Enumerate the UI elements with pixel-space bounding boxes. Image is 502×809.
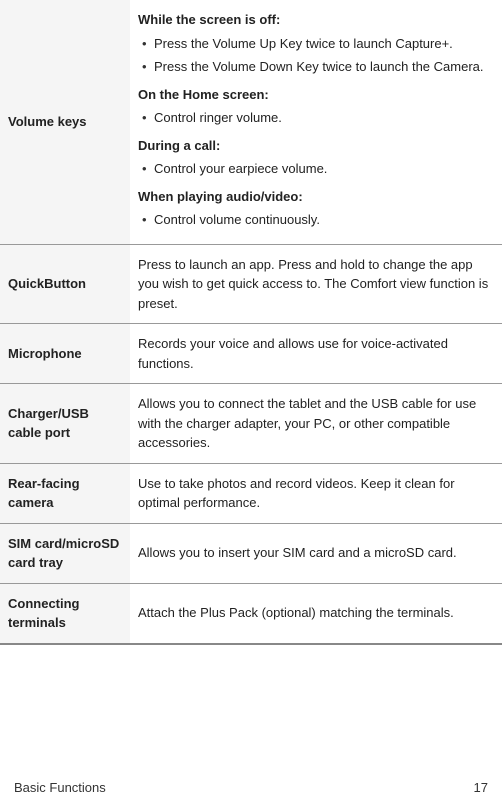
section-header: During a call:	[138, 136, 494, 156]
row-label: Charger/USB cable port	[0, 384, 130, 464]
bullet-list: Control volume continuously.	[138, 210, 494, 230]
table-row: QuickButtonPress to launch an app. Press…	[0, 244, 502, 324]
section-header: While the screen is off:	[138, 10, 494, 30]
row-label: SIM card/microSD card tray	[0, 523, 130, 583]
table-row: Charger/USB cable portAllows you to conn…	[0, 384, 502, 464]
row-label: Connecting terminals	[0, 583, 130, 644]
row-description: Allows you to connect the tablet and the…	[130, 384, 502, 464]
table-row: Rear-facing cameraUse to take photos and…	[0, 463, 502, 523]
footer-section: Basic Functions	[14, 780, 106, 795]
section-header: When playing audio/video:	[138, 187, 494, 207]
table-row: MicrophoneRecords your voice and allows …	[0, 324, 502, 384]
bullet-list: Press the Volume Up Key twice to launch …	[138, 34, 494, 77]
row-description: Records your voice and allows use for vo…	[130, 324, 502, 384]
list-item: Control your earpiece volume.	[138, 159, 494, 179]
row-description: Press to launch an app. Press and hold t…	[130, 244, 502, 324]
list-item: Press the Volume Up Key twice to launch …	[138, 34, 494, 54]
row-description: Use to take photos and record videos. Ke…	[130, 463, 502, 523]
row-description: While the screen is off: Press the Volume…	[130, 0, 502, 244]
table-row: Volume keys While the screen is off: Press…	[0, 0, 502, 244]
page-footer: Basic Functions 17	[14, 780, 488, 795]
footer-page-number: 17	[474, 780, 488, 795]
list-item: Control volume continuously.	[138, 210, 494, 230]
bullet-list: Control ringer volume.	[138, 108, 494, 128]
bullet-list: Control your earpiece volume.	[138, 159, 494, 179]
row-label: Microphone	[0, 324, 130, 384]
row-label: QuickButton	[0, 244, 130, 324]
table-row: SIM card/microSD card trayAllows you to …	[0, 523, 502, 583]
row-description: Allows you to insert your SIM card and a…	[130, 523, 502, 583]
list-item: Control ringer volume.	[138, 108, 494, 128]
row-label: Rear-facing camera	[0, 463, 130, 523]
table-row: Connecting terminalsAttach the Plus Pack…	[0, 583, 502, 644]
list-item: Press the Volume Down Key twice to launc…	[138, 57, 494, 77]
row-label: Volume keys	[0, 0, 130, 244]
row-description: Attach the Plus Pack (optional) matching…	[130, 583, 502, 644]
components-table: Volume keys While the screen is off: Press…	[0, 0, 502, 645]
page-content: Volume keys While the screen is off: Press…	[0, 0, 502, 645]
section-header: On the Home screen:	[138, 85, 494, 105]
